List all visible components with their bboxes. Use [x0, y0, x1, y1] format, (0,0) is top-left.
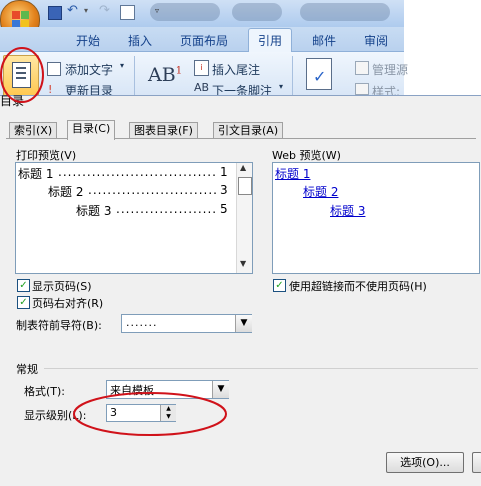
annotation-overlay: [0, 47, 227, 436]
annotation-circle-levels: [73, 392, 227, 436]
annotation-circle-toc-button: [0, 47, 44, 103]
tab-toc[interactable]: 目录(C): [67, 120, 116, 140]
